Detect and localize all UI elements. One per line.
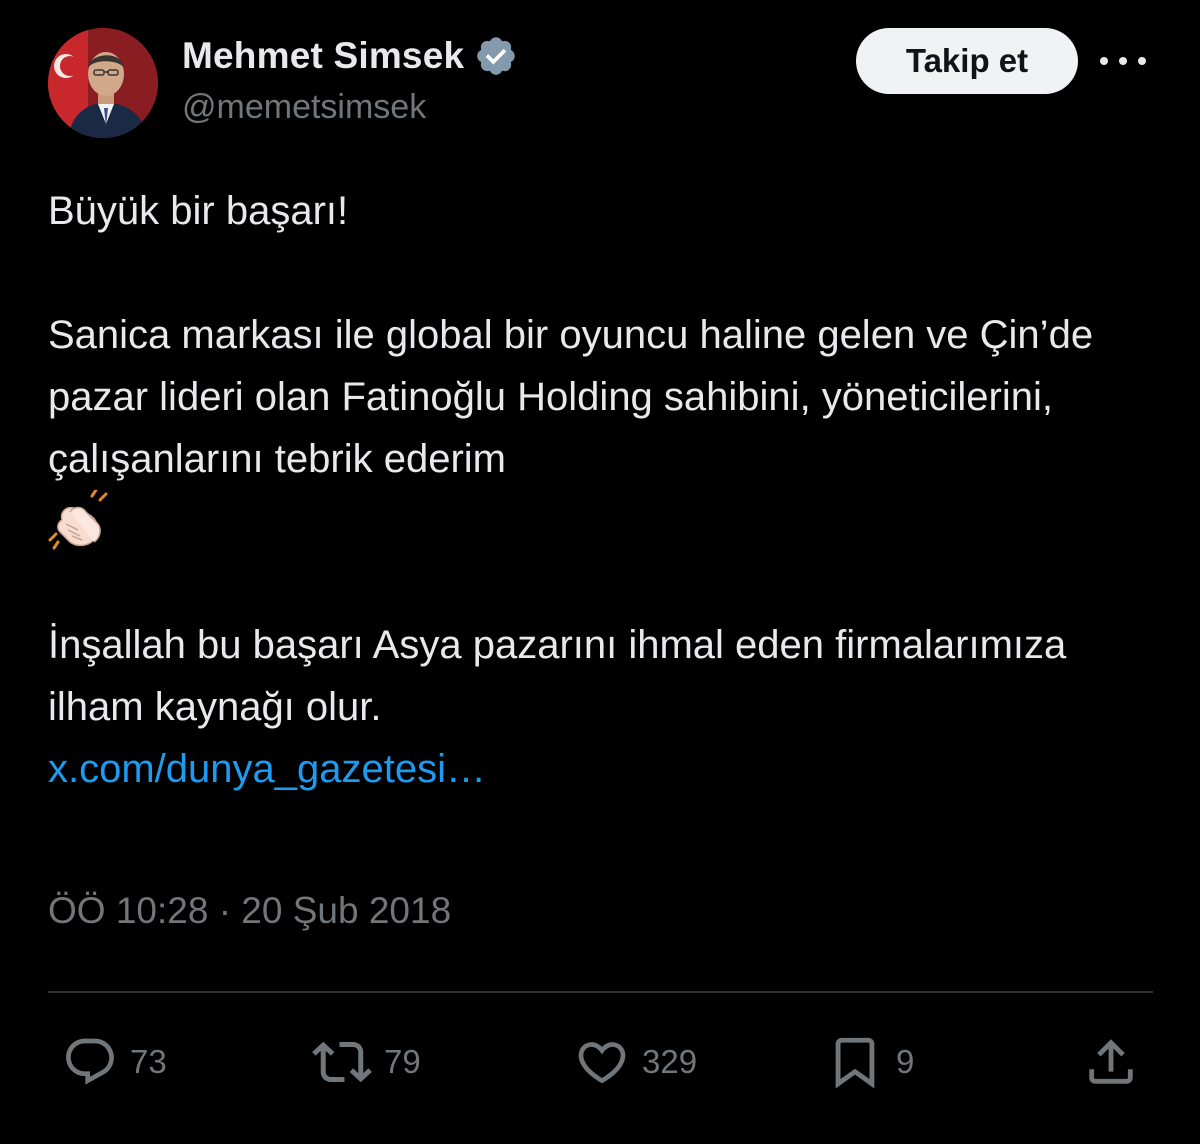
reply-icon [66,1038,114,1085]
bookmark-count: 9 [896,1043,915,1080]
more-horizontal-icon[interactable] [1100,48,1146,74]
tweet-header: Mehmet Simsek @memetsimsek Takip et [48,26,1158,140]
reply-button[interactable]: 73 [62,1030,167,1094]
follow-button[interactable]: Takip et [856,28,1078,94]
more-dot [1119,57,1127,65]
repost-icon [312,1041,372,1083]
share-button[interactable] [1082,1030,1140,1094]
name-row: Mehmet Simsek [182,30,518,82]
author-info: Mehmet Simsek @memetsimsek [182,30,518,127]
verified-badge-icon[interactable] [474,34,518,78]
author-display-name[interactable]: Mehmet Simsek [182,35,464,77]
like-button[interactable]: 329 [574,1030,697,1094]
author-handle[interactable]: @memetsimsek [182,88,518,127]
clapping-hands-icon [48,490,108,550]
tweet-paragraph-2: Sanica markası ile global bir oyuncu hal… [48,313,1094,481]
repost-button[interactable]: 79 [312,1030,421,1094]
tweet-timestamp[interactable]: ÖÖ 10:28 · 20 Şub 2018 [48,890,451,932]
share-icon [1089,1039,1133,1084]
reply-count: 73 [130,1043,167,1080]
more-dot [1100,57,1108,65]
tweet-text: Büyük bir başarı! Sanica markası ile glo… [48,180,1158,800]
bookmark-icon [835,1037,875,1089]
tweet-paragraph-3: İnşallah bu başarı Asya pazarını ihmal e… [48,623,1067,729]
tweet-line-1: Büyük bir başarı! [48,189,349,233]
tweet-link[interactable]: x.com/dunya_gazetesi… [48,747,486,791]
bookmark-button[interactable]: 9 [826,1030,914,1094]
more-dot [1138,57,1146,65]
divider [48,991,1153,993]
heart-icon [578,1042,626,1084]
repost-count: 79 [384,1043,421,1080]
action-bar: 73 79 329 9 [0,1030,1200,1094]
clapping-hands-emoji: 👏🏻 [48,490,1158,552]
avatar-photo [48,28,158,138]
like-count: 329 [642,1043,698,1080]
avatar[interactable] [48,28,158,138]
